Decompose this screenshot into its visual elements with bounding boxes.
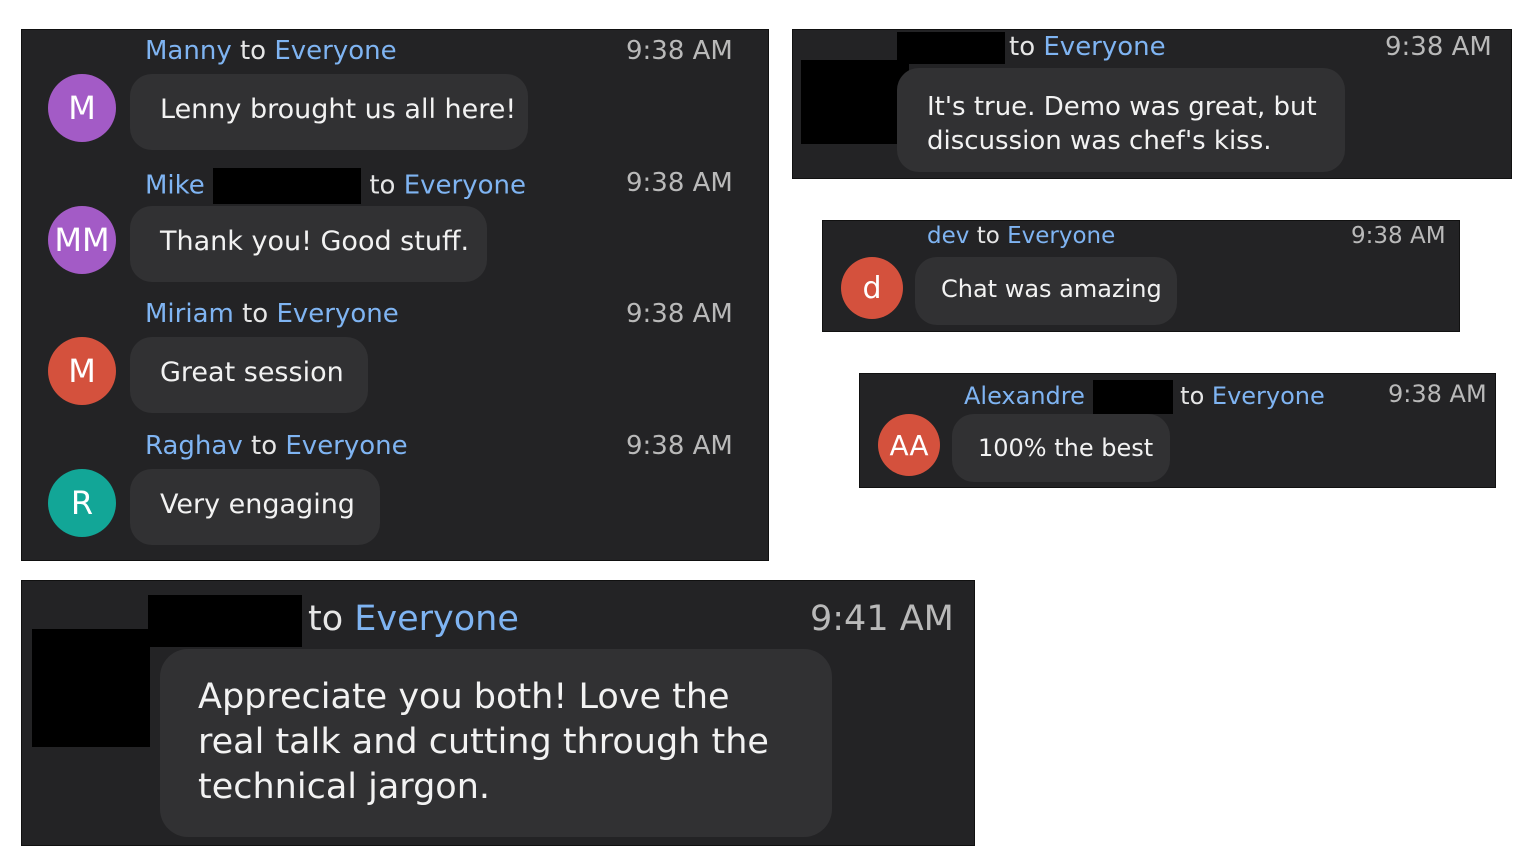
message-header: dev to Everyone <box>927 223 1115 249</box>
redacted-name <box>897 32 1005 64</box>
sender-name[interactable]: Manny <box>145 36 232 66</box>
avatar: d <box>841 257 903 319</box>
message-time: 9:38 AM <box>626 431 733 461</box>
message-bubble: 100% the best <box>952 414 1170 482</box>
to-label: to <box>251 431 278 461</box>
avatar: R <box>48 469 116 537</box>
message-bubble: It's true. Demo was great, but discussio… <box>897 68 1345 172</box>
message-time: 9:38 AM <box>626 168 733 198</box>
redacted-avatar <box>801 60 909 144</box>
sender-name[interactable]: Alexandre <box>964 382 1085 410</box>
to-label: to <box>239 36 267 66</box>
recipient-link[interactable]: Everyone <box>274 36 396 66</box>
redaction-bar <box>213 168 362 204</box>
to-label: to <box>369 170 396 201</box>
avatar: MM <box>48 206 116 274</box>
message-time: 9:41 AM <box>810 599 954 639</box>
message-bubble: Very engaging <box>130 469 380 545</box>
chat-panel-alexandre: Alexandre to Everyone 9:38 AM AA 100% th… <box>859 373 1496 488</box>
message-header: Alexandre to Everyone <box>964 380 1325 414</box>
recipient-link[interactable]: Everyone <box>404 171 526 201</box>
to-label: to <box>308 599 344 639</box>
sender-name[interactable]: dev <box>927 223 969 249</box>
message-header: Manny to Everyone <box>145 36 397 66</box>
message-bubble: Great session <box>130 337 368 413</box>
message-header: to Everyone <box>1009 32 1166 62</box>
recipient-link[interactable]: Everyone <box>354 599 519 639</box>
sender-name[interactable]: Miriam <box>145 299 234 329</box>
message-header: Raghav to Everyone <box>145 431 408 461</box>
to-label: to <box>1009 32 1036 62</box>
to-label: to <box>1180 382 1205 410</box>
redacted-name <box>148 595 302 647</box>
avatar: M <box>48 337 116 405</box>
sender-name[interactable]: Raghav <box>145 431 243 461</box>
sender-name[interactable]: Mike <box>145 171 205 201</box>
message-time: 9:38 AM <box>1351 223 1446 249</box>
chat-panel-dev: dev to Everyone 9:38 AM d Chat was amazi… <box>822 220 1460 332</box>
avatar: AA <box>878 414 940 476</box>
recipient-link[interactable]: Everyone <box>276 299 398 329</box>
message-time: 9:38 AM <box>626 36 733 66</box>
to-label: to <box>976 223 1000 249</box>
redaction-bar <box>1092 380 1173 414</box>
message-time: 9:38 AM <box>626 299 733 329</box>
message-bubble: Chat was amazing <box>915 257 1177 325</box>
message-header: Mike to Everyone <box>145 168 526 204</box>
recipient-link[interactable]: Everyone <box>1007 223 1115 249</box>
redacted-avatar <box>32 629 150 747</box>
message-header: to Everyone <box>308 599 519 639</box>
message-bubble: Lenny brought us all here! <box>130 74 528 150</box>
recipient-link[interactable]: Everyone <box>1043 32 1165 62</box>
recipient-link[interactable]: Everyone <box>1212 382 1325 410</box>
message-time: 9:38 AM <box>1385 32 1492 62</box>
message-header: Miriam to Everyone <box>145 299 399 329</box>
message-time: 9:38 AM <box>1388 380 1487 408</box>
chat-panel-redacted-top: to Everyone 9:38 AM It's true. Demo was … <box>792 29 1512 179</box>
message-bubble: Thank you! Good stuff. <box>130 206 487 282</box>
recipient-link[interactable]: Everyone <box>285 431 407 461</box>
chat-panel-main: Manny to Everyone 9:38 AM M Lenny brough… <box>21 29 769 561</box>
avatar: M <box>48 74 116 142</box>
to-label: to <box>242 299 269 329</box>
chat-panel-redacted-bottom: to Everyone 9:41 AM Appreciate you both!… <box>21 580 975 846</box>
message-bubble: Appreciate you both! Love the real talk … <box>160 649 832 837</box>
